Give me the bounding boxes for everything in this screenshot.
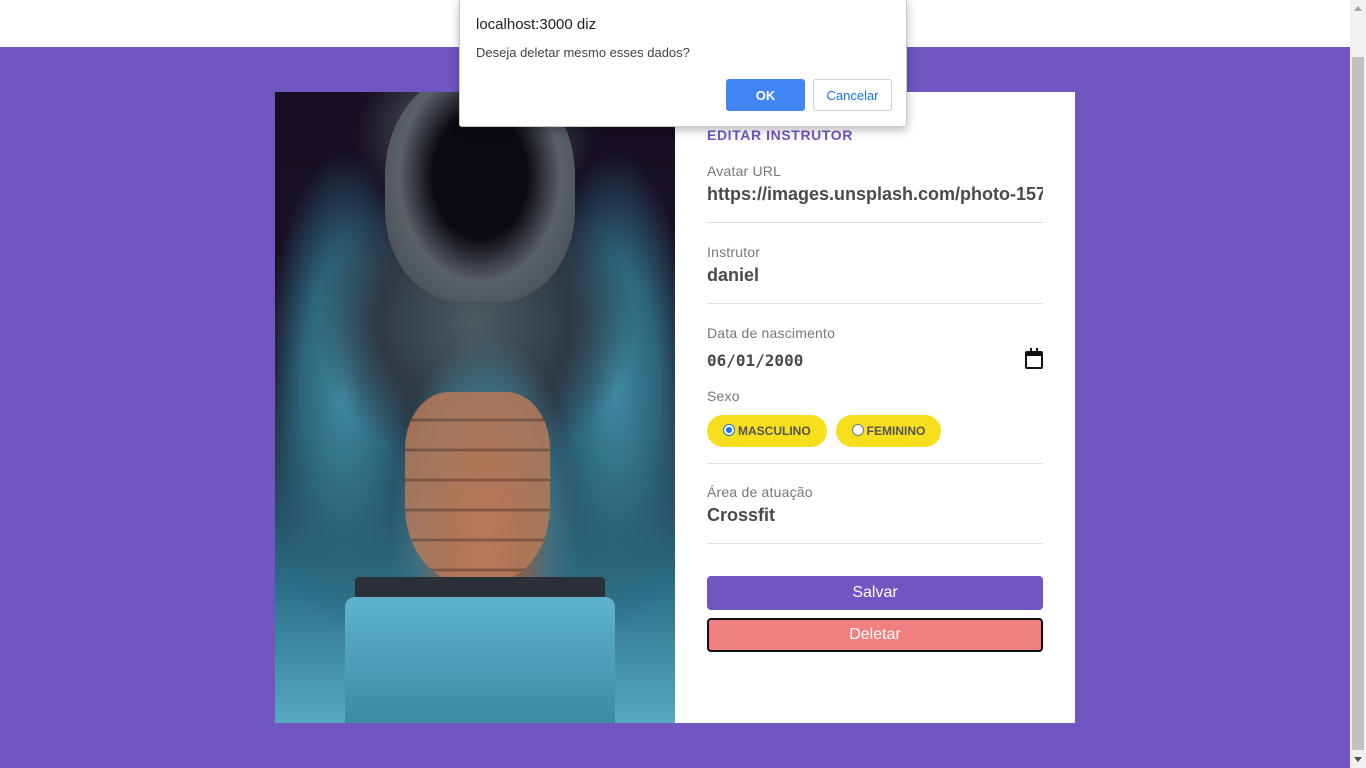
gender-option-feminino[interactable]: FEMININO <box>835 415 942 447</box>
gender-option-label: MASCULINO <box>738 424 811 438</box>
instructor-input[interactable]: daniel <box>707 265 1043 287</box>
instructor-field: Instrutor daniel <box>707 244 1043 304</box>
dialog-title: localhost:3000 diz <box>476 16 597 33</box>
birth-date-label: Data de nascimento <box>707 325 836 341</box>
gender-label: Sexo <box>707 388 740 404</box>
calendar-icon[interactable] <box>1025 348 1043 369</box>
page-scrollbar[interactable] <box>1350 0 1366 768</box>
birth-date-input[interactable]: 06/01/2000 <box>707 346 1043 374</box>
birth-date-value[interactable]: 06/01/2000 <box>707 351 803 370</box>
avatar-url-input[interactable]: https://images.unsplash.com/photo-157 <box>707 184 1043 206</box>
instructor-label: Instrutor <box>707 244 761 260</box>
dialog-ok-button[interactable]: OK <box>726 79 805 111</box>
delete-button[interactable]: Deletar <box>707 618 1043 652</box>
scroll-thumb[interactable] <box>1352 57 1364 750</box>
photo-torso <box>405 392 550 582</box>
scroll-down-arrow-icon[interactable] <box>1350 751 1366 768</box>
birth-date-field: Data de nascimento 06/01/2000 <box>707 325 1043 374</box>
radio-unchecked-icon[interactable] <box>851 424 864 436</box>
area-input[interactable]: Crossfit <box>707 505 1043 527</box>
instructor-card: EDITAR INSTRUTOR Avatar URL https://imag… <box>275 92 1075 723</box>
gender-option-masculino[interactable]: MASCULINO <box>707 415 827 447</box>
radio-checked-icon[interactable] <box>723 424 735 436</box>
gender-option-label: FEMININO <box>866 424 926 438</box>
confirm-dialog: localhost:3000 diz Deseja deletar mesmo … <box>459 0 907 127</box>
dialog-cancel-button[interactable]: Cancelar <box>813 79 892 111</box>
photo-shorts <box>345 597 615 723</box>
avatar-url-label: Avatar URL <box>707 163 782 179</box>
area-field: Área de atuação Crossfit <box>707 484 1043 544</box>
edit-instructor-form: EDITAR INSTRUTOR Avatar URL https://imag… <box>675 92 1075 723</box>
area-label: Área de atuação <box>707 484 813 500</box>
save-button[interactable]: Salvar <box>707 576 1043 610</box>
form-title: EDITAR INSTRUTOR <box>707 127 853 143</box>
gender-radio-group: MASCULINO FEMININO <box>707 415 1043 464</box>
dialog-message: Deseja deletar mesmo esses dados? <box>476 45 690 60</box>
photo-waistband <box>355 577 605 599</box>
avatar-url-field: Avatar URL https://images.unsplash.com/p… <box>707 163 1043 223</box>
instructor-avatar-image <box>275 92 675 723</box>
scroll-up-arrow-icon[interactable] <box>1350 0 1366 17</box>
